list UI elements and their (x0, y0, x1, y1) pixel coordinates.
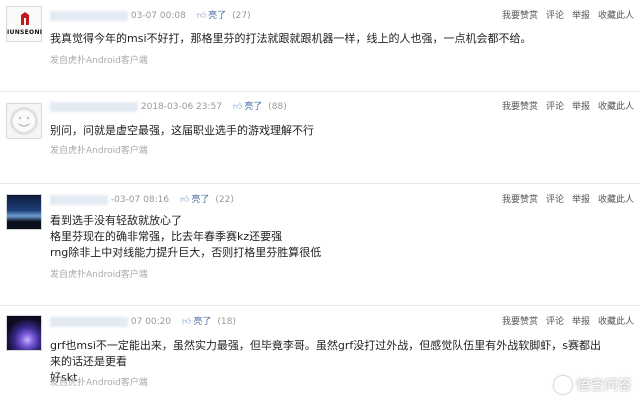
reply-link[interactable]: 评论 (546, 11, 564, 21)
report-link[interactable]: 举报 (572, 195, 590, 205)
comment-actions: 我要赞赏 评论 举报 收藏此人 (494, 192, 634, 205)
comment-actions: 我要赞赏 评论 举报 收藏此人 (494, 8, 634, 21)
comment-line: 格里芬现在的确非常强，比去年春季赛kz还要强 (50, 230, 283, 243)
thumb-up-icon: 👍︎ (196, 11, 207, 21)
blurred-username (50, 194, 108, 205)
like-button[interactable]: 👍︎ 亮了 (22) (180, 195, 234, 205)
avatar[interactable] (6, 315, 42, 351)
report-link[interactable]: 举报 (572, 102, 590, 112)
reward-link[interactable]: 我要赞赏 (502, 11, 538, 21)
comment-line: grf也msi不一定能出来，虽然实力最强，但毕竟李哥。虽然grf没打过外战，但感… (50, 339, 601, 368)
comment-line: 我真觉得今年的msi不好打，那格里芬的打法就跟就跟机器一样，线上的人也强，一点机… (50, 32, 532, 45)
comment-source: 发自虎扑Android客户端 (50, 56, 148, 66)
comment-date: 07 00:20 (130, 317, 172, 327)
comment-date: -03-07 08:16 (110, 195, 170, 205)
comment-source: 发自虎扑Android客户端 (50, 146, 148, 156)
watermark-text: 悟空问答 (576, 378, 632, 394)
like-count: (27) (232, 11, 251, 21)
comment-item: -03-07 08:16 👍︎ 亮了 (22) 我要赞赏 评论 举报 收藏此人 看到选手没… (0, 183, 640, 306)
comment-line: 别问，问就是虚空最强，这届职业选手的游戏理解不行 (50, 124, 314, 137)
comment-item: 07 00:20 👍︎ 亮了 (18) 我要赞赏 评论 举报 收藏此人 grf也msi不一… (0, 305, 640, 401)
comment-line: rng除非上中对线能力提升巨大，否则打格里芬胜算很低 (50, 246, 322, 259)
watermark-logo-icon (554, 376, 572, 394)
avatar-text: IUNSEONI (7, 29, 43, 36)
like-button[interactable]: 👍︎ 亮了 (88) (233, 102, 287, 112)
comment-meta: -03-07 08:16 👍︎ 亮了 (22) (50, 192, 234, 205)
follow-link[interactable]: 收藏此人 (598, 11, 634, 21)
comment-item: 2018-03-06 23:57 👍︎ 亮了 (88) 我要赞赏 评论 举报 收藏此人 别… (0, 91, 640, 184)
report-link[interactable]: 举报 (572, 317, 590, 327)
reply-link[interactable]: 评论 (546, 195, 564, 205)
blurred-username (50, 316, 128, 327)
avatar[interactable]: IUNSEONI (6, 6, 42, 42)
like-button[interactable]: 👍︎ 亮了 (18) (182, 317, 236, 327)
avatar[interactable] (6, 103, 42, 139)
team-logo-icon (21, 12, 29, 25)
comment-body: 我真觉得今年的msi不好打，那格里芬的打法就跟就跟机器一样，线上的人也强，一点机… (50, 31, 610, 47)
follow-link[interactable]: 收藏此人 (598, 102, 634, 112)
like-button[interactable]: 👍︎ 亮了 (27) (197, 11, 251, 21)
like-count: (88) (268, 102, 287, 112)
watermark: 悟空问答 (554, 375, 632, 395)
reply-link[interactable]: 评论 (546, 102, 564, 112)
follow-link[interactable]: 收藏此人 (598, 195, 634, 205)
comment-source: 发自虎扑Android客户端 (50, 378, 148, 388)
comment-actions: 我要赞赏 评论 举报 收藏此人 (494, 99, 634, 112)
comment-meta: 07 00:20 👍︎ 亮了 (18) (50, 314, 236, 327)
default-avatar-icon (10, 107, 38, 135)
reward-link[interactable]: 我要赞赏 (502, 317, 538, 327)
blurred-username (50, 10, 128, 21)
comment-date: 03-07 00:08 (130, 11, 186, 21)
like-count: (18) (217, 317, 236, 327)
reward-link[interactable]: 我要赞赏 (502, 195, 538, 205)
comment-meta: 03-07 00:08 👍︎ 亮了 (27) (50, 8, 251, 21)
comment-line: 看到选手没有轻敌就放心了 (50, 214, 182, 227)
thumb-up-icon: 👍︎ (232, 102, 243, 112)
avatar[interactable] (6, 194, 42, 230)
thumb-up-icon: 👍︎ (179, 195, 190, 205)
comment-meta: 2018-03-06 23:57 👍︎ 亮了 (88) (50, 99, 287, 112)
follow-link[interactable]: 收藏此人 (598, 317, 634, 327)
thumb-up-icon: 👍︎ (182, 317, 192, 327)
comment-date: 2018-03-06 23:57 (140, 102, 222, 112)
blurred-username (50, 101, 138, 112)
comment-body: 看到选手没有轻敌就放心了 格里芬现在的确非常强，比去年春季赛kz还要强 rng除… (50, 213, 610, 261)
comment-body: 别问，问就是虚空最强，这届职业选手的游戏理解不行 (50, 123, 610, 139)
reply-link[interactable]: 评论 (546, 317, 564, 327)
report-link[interactable]: 举报 (572, 11, 590, 21)
comment-source: 发自虎扑Android客户端 (50, 270, 148, 280)
comment-item: IUNSEONI 03-07 00:08 👍︎ 亮了 (27) 我要赞赏 评论 举报 收藏… (0, 0, 640, 92)
like-count: (22) (215, 195, 234, 205)
reward-link[interactable]: 我要赞赏 (502, 102, 538, 112)
comment-actions: 我要赞赏 评论 举报 收藏此人 (494, 314, 634, 327)
